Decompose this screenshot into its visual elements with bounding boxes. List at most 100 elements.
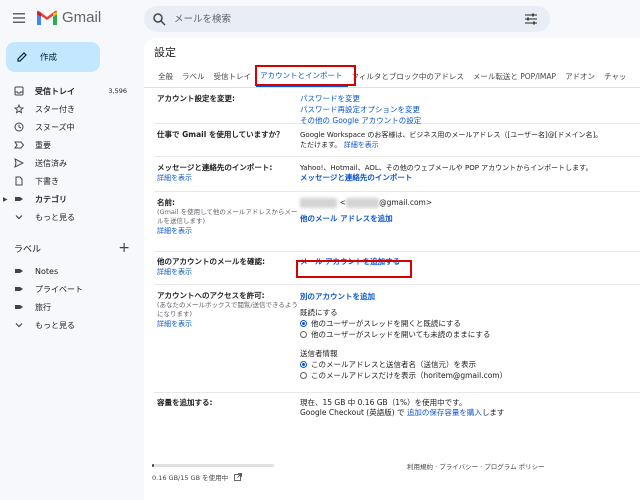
workspace-text: Google Workspace のお客様は、ビジネス用のメールアドレス（[ユー…: [300, 131, 603, 139]
name-detail-link[interactable]: 詳細を表示: [157, 226, 299, 236]
menu-icon[interactable]: [12, 11, 26, 25]
search-bar[interactable]: [144, 6, 550, 32]
storage-usage-text: 現在、15 GB 中 0.16 GB（1%）を使用中です。: [300, 398, 467, 407]
labels-header: ラベル +: [14, 240, 130, 256]
tab-forwarding[interactable]: メール転送と POP/IMAP: [469, 65, 561, 87]
row-value: 別のアカウントを追加 既読にする 他のユーザーがスレッドを開くと既読にする 他の…: [300, 291, 640, 381]
row-name: 名前: (Gmail を使用して他のメールアドレスからメールを送信します) 詳細…: [154, 192, 640, 252]
keep-unread-radio[interactable]: 他のユーザーがスレッドを開いても未読のままにする: [300, 329, 640, 340]
sidebar-item-more[interactable]: もっと見る: [0, 208, 135, 226]
label-item-label: もっと見る: [35, 320, 75, 330]
tab-addons[interactable]: アドオン: [561, 65, 600, 87]
add-email-link[interactable]: 他のメール アドレスを追加: [300, 214, 640, 224]
sidebar-item-categories[interactable]: ▶ カテゴリ: [0, 190, 135, 208]
tab-general[interactable]: 全般: [154, 65, 178, 87]
sidebar-item-label: 下書き: [35, 176, 59, 186]
blurred-name: xxxxxxxxx: [300, 198, 338, 208]
row-label-text: 他のアカウントのメールを確認:: [157, 257, 265, 266]
gmail-m-icon: [37, 10, 57, 25]
tab-chat[interactable]: チャッ: [600, 65, 631, 87]
label-item-more[interactable]: もっと見る: [0, 316, 135, 334]
sidebar-item-sent[interactable]: 送信済み: [0, 154, 135, 172]
blurred-email: xxxxxxxx: [345, 198, 380, 208]
sidebar-item-important[interactable]: 重要: [0, 136, 135, 154]
show-address-only-radio[interactable]: このメールアドレスだけを表示（horitem@gmail.com）: [300, 370, 640, 381]
sidebar-item-snoozed[interactable]: スヌーズ中: [0, 118, 135, 136]
label-item-notes[interactable]: Notes: [0, 262, 135, 280]
change-password-link[interactable]: パスワードを変更: [300, 93, 640, 104]
row-label-text: アカウントへのアクセスを許可:: [157, 291, 265, 300]
show-sender-radio[interactable]: このメールアドレスと送信者名（送信元）を表示: [300, 359, 640, 370]
open-external-icon[interactable]: [234, 473, 243, 481]
row-storage: 容量を追加する: 現在、15 GB 中 0.16 GB（1%）を使用中です。 G…: [154, 393, 640, 425]
expand-arrow-icon[interactable]: ▶: [3, 196, 8, 203]
label-icon: [14, 284, 24, 294]
row-label: 名前: (Gmail を使用して他のメールアドレスからメールを送信します) 詳細…: [157, 198, 299, 236]
app-name: Gmail: [62, 9, 102, 26]
row-label: 仕事で Gmail を使用していますか？: [157, 130, 284, 139]
add-other-account-link[interactable]: 別のアカウントを追加: [300, 291, 640, 302]
buy-storage-link[interactable]: 追加の保存容量を購入: [407, 408, 482, 417]
sidebar-item-label: 送信済み: [35, 158, 67, 168]
search-icon[interactable]: [152, 12, 166, 26]
settings-tabs: 全般 ラベル 受信トレイ アカウントとインポート フィルタとブロック中のアドレス…: [154, 65, 632, 87]
search-options-icon[interactable]: [524, 12, 538, 26]
storage-summary: 0.16 GB/15 GB を使用中: [152, 472, 243, 482]
label-item-label: プライベート: [35, 284, 83, 294]
row-value: xxxxxxxxx <xxxxxxxx@gmail.com> 他のメール アドレ…: [300, 198, 640, 224]
tab-filters[interactable]: フィルタとブロック中のアドレス: [348, 65, 469, 87]
workspace-detail-link[interactable]: 詳細を表示: [344, 141, 379, 149]
sidebar-item-drafts[interactable]: 下書き: [0, 172, 135, 190]
label-icon: [14, 194, 24, 204]
unread-count: 3,596: [108, 87, 127, 95]
storage-bar: [152, 464, 274, 467]
row-account-settings: アカウント設定を変更: パスワードを変更 パスワード再設定オプションを変更 その…: [154, 90, 640, 126]
label-item-travel[interactable]: 旅行: [0, 298, 135, 316]
chevron-down-icon: [14, 212, 24, 222]
sidebar-item-label: スヌーズ中: [35, 122, 75, 132]
import-detail-link[interactable]: 詳細を表示: [157, 173, 297, 183]
inbox-icon: [14, 86, 24, 96]
recovery-options-link[interactable]: パスワード再設定オプションを変更: [300, 104, 640, 115]
pencil-icon: [17, 52, 27, 62]
import-link[interactable]: メッセージと連絡先のインポート: [300, 173, 412, 182]
sender-info-heading: 送信者情報: [300, 349, 338, 358]
row-value: パスワードを変更 パスワード再設定オプションを変更 その他の Google アカ…: [300, 93, 640, 126]
row-label: アカウント設定を変更:: [157, 94, 235, 103]
search-input[interactable]: [174, 9, 494, 29]
storage-bar-fill: [152, 464, 155, 467]
check-detail-link[interactable]: 詳細を表示: [157, 267, 297, 277]
checkout-suffix: します: [481, 408, 505, 417]
compose-button[interactable]: 作成: [6, 42, 100, 72]
access-detail-link[interactable]: 詳細を表示: [157, 319, 299, 329]
tab-inbox[interactable]: 受信トレイ: [210, 65, 257, 87]
add-label-icon[interactable]: +: [118, 240, 130, 256]
label-item-label: Notes: [35, 266, 59, 276]
radio-selected-icon[interactable]: [300, 320, 307, 327]
sender-name: xxxxxxxxx <xxxxxxxx@gmail.com>: [300, 198, 640, 208]
page-title: 設定: [154, 46, 176, 59]
mark-read-radio[interactable]: 他のユーザーがスレッドを開くと既読にする: [300, 318, 640, 329]
row-value: Google Workspace のお客様は、ビジネス用のメールアドレス（[ユー…: [300, 130, 640, 150]
sidebar-nav: 受信トレイ 3,596 スター付き スヌーズ中 重要 送信済み 下書き ▶ カテ…: [0, 82, 135, 226]
row-sublabel: (Gmail を使用して他のメールアドレスからメールを送信します): [157, 208, 298, 225]
sidebar-item-inbox[interactable]: 受信トレイ 3,596: [0, 82, 135, 100]
row-workspace: 仕事で Gmail を使用していますか？ Google Workspace のお…: [154, 124, 640, 157]
footer-links[interactable]: 利用規約 · プライバシー · プログラム ポリシー: [407, 461, 545, 471]
tab-highlight-box: [255, 65, 356, 86]
radio-empty-icon[interactable]: [300, 372, 307, 379]
gmail-logo[interactable]: Gmail: [36, 9, 101, 26]
sidebar-item-label: カテゴリ: [35, 194, 67, 204]
sidebar-item-label: もっと見る: [35, 212, 75, 222]
row-label: 他のアカウントのメールを確認: 詳細を表示: [157, 257, 297, 277]
tab-labels[interactable]: ラベル: [178, 65, 210, 87]
sidebar-item-starred[interactable]: スター付き: [0, 100, 135, 118]
label-item-label: 旅行: [35, 302, 51, 312]
label-item-private[interactable]: プライベート: [0, 280, 135, 298]
labels-heading: ラベル: [14, 244, 42, 255]
radio-selected-icon[interactable]: [300, 361, 307, 368]
draft-icon: [14, 176, 24, 186]
sidebar-item-label: スター付き: [35, 104, 75, 114]
radio-empty-icon[interactable]: [300, 331, 307, 338]
label-icon: [14, 266, 24, 276]
